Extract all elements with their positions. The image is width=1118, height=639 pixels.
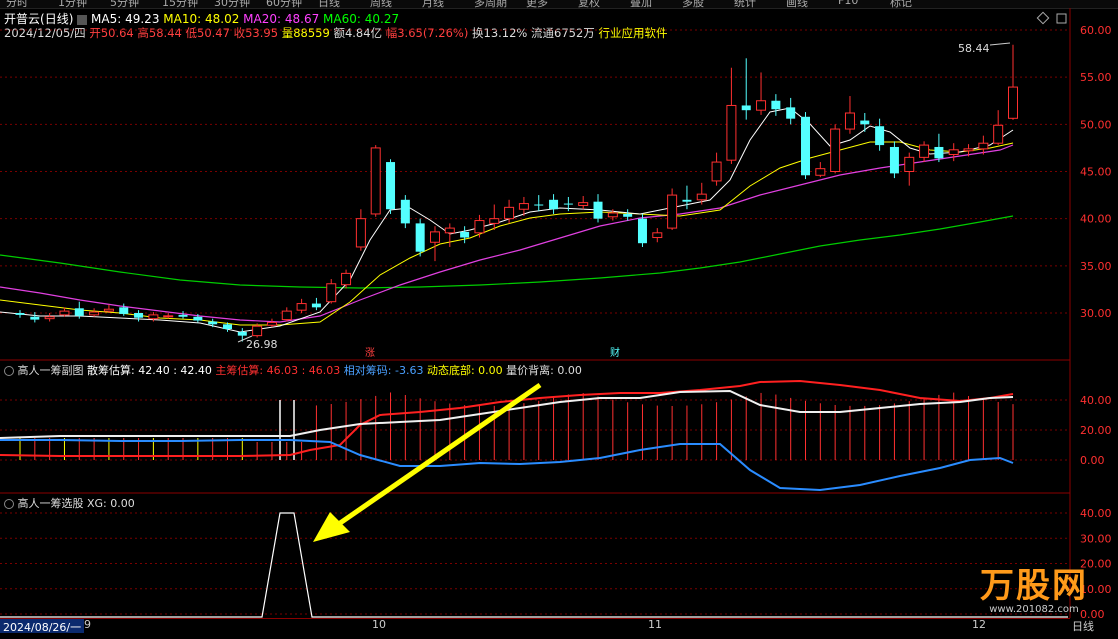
- relative-chip-line: [0, 439, 1014, 492]
- candle[interactable]: [134, 310, 144, 322]
- sub1-tick-label: 20.00: [1080, 424, 1112, 437]
- low-price-label: 26.98: [246, 338, 278, 351]
- candle[interactable]: [386, 159, 396, 214]
- period-switch[interactable]: 日线: [1072, 618, 1094, 634]
- high-price-label: 58.44: [958, 42, 990, 55]
- candle[interactable]: [637, 213, 647, 247]
- candle[interactable]: [44, 313, 55, 322]
- candle[interactable]: [815, 162, 826, 178]
- event-marker-cai[interactable]: 财: [610, 346, 620, 359]
- candle[interactable]: [326, 279, 337, 304]
- month-tick: 11: [648, 618, 662, 631]
- watermark-logo: 万股网 www.201082.com: [980, 568, 1088, 615]
- sub1-title[interactable]: 高人一筹副图: [18, 364, 84, 377]
- dynamic-bottom-value: 动态底部: 0.00: [426, 364, 503, 377]
- candle[interactable]: [15, 310, 25, 318]
- candle[interactable]: [444, 223, 455, 247]
- indicator-settings-icon[interactable]: [4, 366, 14, 376]
- candle[interactable]: [889, 141, 899, 179]
- candle[interactable]: [460, 226, 470, 244]
- candle[interactable]: [281, 307, 292, 322]
- relative-chip-value: 相对筹码: -3.63: [343, 364, 424, 377]
- ma10-line: [0, 141, 1014, 326]
- candle[interactable]: [904, 152, 915, 186]
- candle[interactable]: [89, 308, 100, 317]
- price-divergence-value: 量价背离: 0.00: [506, 364, 582, 377]
- month-tick: 9: [84, 618, 91, 631]
- event-marker-zhang[interactable]: 涨: [365, 347, 375, 359]
- candle[interactable]: [711, 152, 722, 186]
- candle[interactable]: [875, 118, 885, 151]
- candle[interactable]: [341, 269, 352, 289]
- xg-signal-line: [0, 512, 1068, 618]
- candle[interactable]: [489, 204, 500, 230]
- brand-name: 万股网: [980, 566, 1088, 606]
- ma60-line: [0, 215, 1014, 289]
- candle[interactable]: [296, 298, 307, 313]
- candle[interactable]: [756, 72, 767, 115]
- price-tick-label: 40.00: [1080, 213, 1112, 226]
- candle[interactable]: [919, 141, 930, 163]
- candle[interactable]: [30, 312, 40, 323]
- candle[interactable]: [593, 194, 603, 223]
- chart-canvas: 58.44 26.98 涨 财 60.00 55.00 50.00 45.00 40.0…: [0, 8, 1112, 621]
- candle[interactable]: [786, 97, 796, 125]
- price-tick-label: 35.00: [1080, 260, 1112, 273]
- candle[interactable]: [549, 194, 559, 214]
- price-tick-label: 50.00: [1080, 118, 1112, 131]
- candle[interactable]: [415, 218, 425, 257]
- scatter-chip-value: 散筹估算: 42.40 : 42.40: [87, 364, 212, 377]
- ma5-line: [0, 107, 1014, 333]
- candle[interactable]: [652, 228, 663, 243]
- indicator-settings-icon[interactable]: [4, 499, 14, 509]
- candle[interactable]: [578, 196, 589, 210]
- cursor-date-box: 2024/08/26/一: [0, 619, 85, 634]
- candle[interactable]: [1008, 44, 1018, 120]
- scatter-chip-line: [0, 389, 1014, 439]
- candle[interactable]: [934, 133, 944, 163]
- price-tick-label: 60.00: [1080, 24, 1112, 37]
- candle[interactable]: [830, 124, 841, 174]
- candle[interactable]: [178, 311, 188, 319]
- candle[interactable]: [741, 58, 751, 120]
- high-annotation: 58.44: [958, 42, 1011, 55]
- candle[interactable]: [400, 195, 410, 229]
- candle[interactable]: [726, 67, 737, 164]
- candle[interactable]: [667, 188, 678, 230]
- time-axis: [0, 618, 1070, 639]
- candle[interactable]: [860, 113, 870, 132]
- sub1-tick-label: 40.00: [1080, 394, 1112, 407]
- candle[interactable]: [948, 143, 959, 162]
- candle[interactable]: [534, 195, 544, 212]
- candle[interactable]: [801, 112, 811, 180]
- candle[interactable]: [370, 145, 381, 217]
- sub1-header: 高人一筹副图 散筹估算: 42.40 : 42.40 主筹估算: 46.03 :…: [4, 362, 582, 378]
- candle[interactable]: [771, 94, 781, 116]
- low-annotation: 26.98: [237, 335, 278, 351]
- brand-url: www.201082.com: [989, 604, 1079, 615]
- sub2-title[interactable]: 高人一筹选股: [18, 497, 84, 510]
- sub2-tick-label: 30.00: [1080, 532, 1112, 545]
- candle[interactable]: [993, 110, 1004, 146]
- candle[interactable]: [355, 209, 366, 251]
- candle[interactable]: [429, 226, 440, 262]
- candle[interactable]: [311, 297, 321, 311]
- sub2-tick-label: 40.00: [1080, 507, 1112, 520]
- price-tick-label: 55.00: [1080, 71, 1112, 84]
- month-tick: 12: [972, 618, 986, 631]
- window-icon[interactable]: [1056, 13, 1067, 24]
- candle[interactable]: [266, 318, 277, 328]
- main-chip-value: 主筹估算: 46.03 : 46.03: [215, 364, 341, 377]
- xg-value: XG: 0.00: [87, 497, 135, 510]
- price-tick-label: 30.00: [1080, 307, 1112, 320]
- month-tick: 10: [372, 618, 386, 631]
- sub2-header: 高人一筹选股 XG: 0.00: [4, 495, 135, 511]
- candle[interactable]: [844, 96, 855, 134]
- diamond-icon[interactable]: [1036, 11, 1050, 25]
- sub1-tick-label: 0.00: [1080, 454, 1105, 467]
- candle[interactable]: [208, 318, 218, 328]
- main-chip-line: [0, 379, 1014, 457]
- price-tick-label: 45.00: [1080, 166, 1112, 179]
